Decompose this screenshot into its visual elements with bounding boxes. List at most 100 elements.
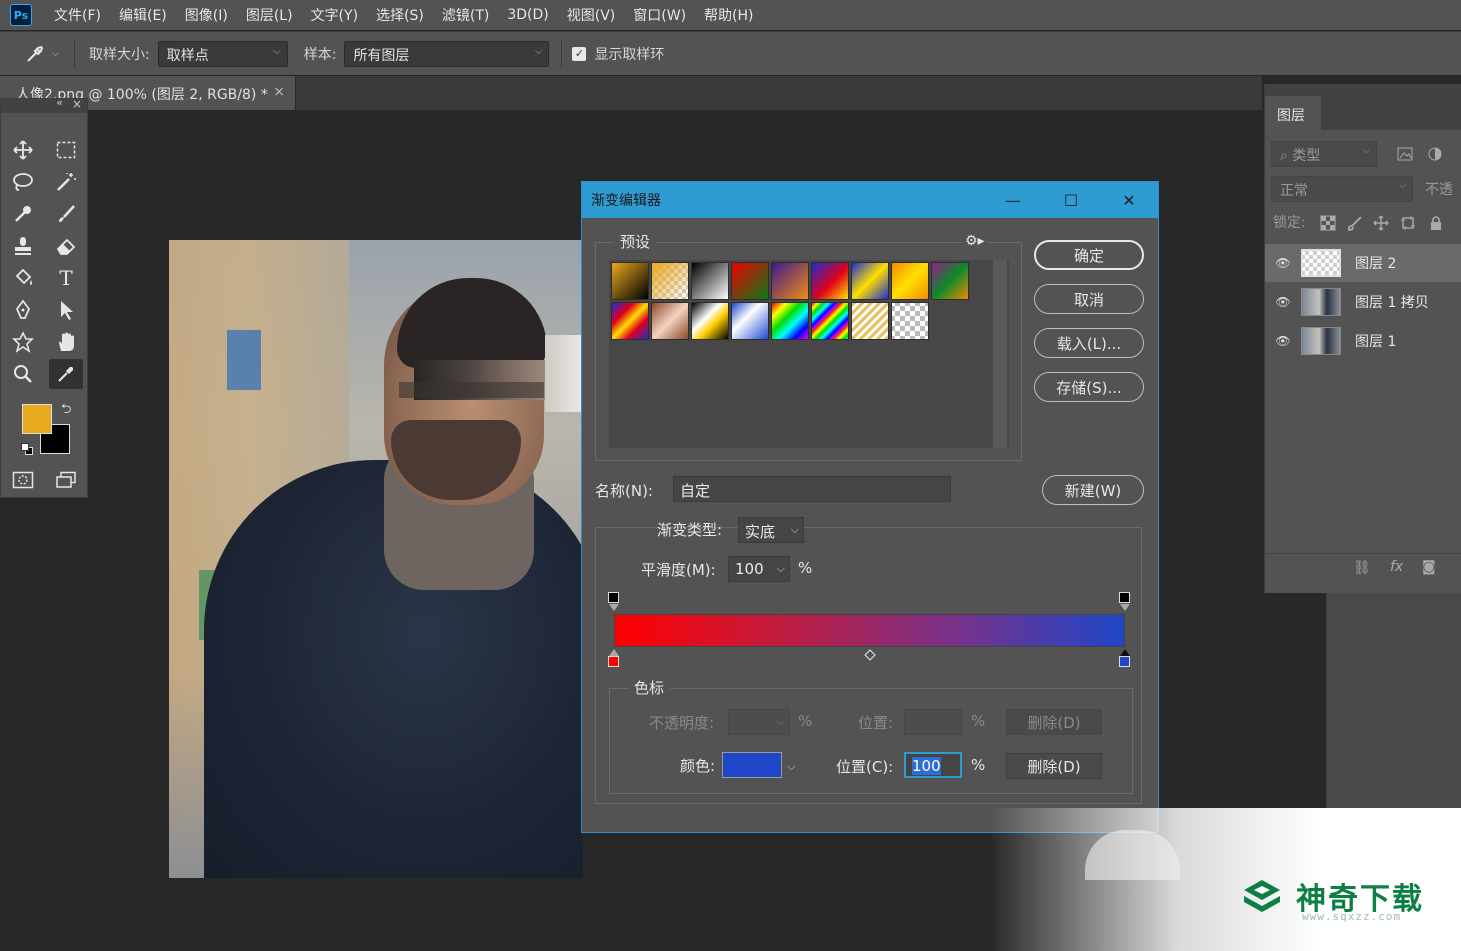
paint-bucket-tool[interactable] (6, 263, 40, 293)
fx-icon[interactable]: fx (1390, 559, 1403, 575)
collapse-icon[interactable]: « (56, 96, 63, 109)
close-icon[interactable]: × (72, 97, 82, 111)
eye-icon[interactable]: 👁 (1265, 295, 1301, 309)
image-filter-icon[interactable] (1397, 147, 1413, 161)
lock-all-icon[interactable] (1429, 215, 1443, 231)
preset-swatch[interactable] (731, 302, 769, 340)
menu-view[interactable]: 视图(V) (558, 5, 625, 25)
quick-mask-button[interactable] (6, 465, 40, 495)
eyedropper-tool-active[interactable] (49, 359, 83, 389)
lock-position-icon[interactable] (1373, 215, 1389, 231)
menu-file[interactable]: 文件(F) (45, 5, 110, 25)
presets-scrollbar[interactable] (993, 260, 1007, 448)
preset-swatch[interactable] (611, 262, 649, 300)
color-stop-pointer[interactable] (609, 649, 619, 656)
preset-swatch[interactable] (891, 302, 929, 340)
preset-swatch[interactable] (771, 262, 809, 300)
sample-select[interactable]: 所有图层 ⌵ (344, 40, 550, 67)
marquee-tool[interactable] (49, 135, 83, 165)
quick-eyedropper-tool[interactable] (6, 199, 40, 229)
menu-type[interactable]: 文字(Y) (302, 5, 367, 25)
opacity-stop[interactable] (608, 592, 619, 603)
preset-swatch[interactable] (651, 302, 689, 340)
gradient-type-select[interactable]: 实底 ⌵ (738, 517, 804, 543)
preset-swatch[interactable] (811, 262, 849, 300)
eraser-tool[interactable] (49, 231, 83, 261)
opacity-stop-pointer[interactable] (609, 604, 619, 611)
lasso-tool[interactable] (6, 167, 40, 197)
preset-swatch[interactable] (651, 262, 689, 300)
new-button[interactable]: 新建(W) (1042, 475, 1144, 505)
screen-mode-button[interactable] (49, 465, 83, 495)
default-colors-icon[interactable] (21, 443, 33, 455)
blend-mode-select[interactable]: 正常 ⌵ (1271, 176, 1413, 202)
preset-swatch[interactable] (731, 262, 769, 300)
brush-tool[interactable] (49, 199, 83, 229)
mask-icon[interactable]: ◙ (1422, 559, 1436, 575)
preset-swatch[interactable] (891, 262, 929, 300)
magic-wand-tool[interactable] (49, 167, 83, 197)
layer-row[interactable]: 👁 图层 2 (1265, 244, 1461, 282)
adjustment-filter-icon[interactable] (1427, 146, 1443, 162)
opacity-stop[interactable] (1119, 592, 1130, 603)
eye-icon[interactable]: 👁 (1265, 256, 1301, 270)
path-select-tool[interactable] (49, 295, 83, 325)
menu-edit[interactable]: 编辑(E) (110, 5, 176, 25)
name-input[interactable]: 自定 (673, 476, 951, 502)
menu-3d[interactable]: 3D(D) (498, 7, 557, 23)
stamp-tool[interactable] (6, 231, 40, 261)
eye-icon[interactable]: 👁 (1265, 334, 1301, 348)
menu-layer[interactable]: 图层(L) (237, 5, 302, 25)
link-icon[interactable]: ⛓ (1353, 560, 1371, 576)
stop-color-swatch[interactable] (722, 752, 782, 778)
gear-icon[interactable]: ⚙▸ (962, 233, 988, 249)
delete-color-stop-button[interactable]: 删除(D) (1006, 753, 1102, 779)
hand-tool[interactable] (49, 327, 83, 357)
move-tool[interactable] (6, 135, 40, 165)
layer-row[interactable]: 👁 图层 1 拷贝 (1265, 283, 1461, 321)
preset-swatch[interactable] (851, 262, 889, 300)
color-stop[interactable] (608, 656, 619, 667)
opacity-stop-pointer[interactable] (1120, 604, 1130, 611)
swap-colors-icon[interactable]: ⮌ (61, 400, 71, 422)
menu-filter[interactable]: 滤镜(T) (433, 5, 498, 25)
document-canvas[interactable] (169, 240, 583, 878)
preset-swatch[interactable] (811, 302, 849, 340)
preset-swatch[interactable] (611, 302, 649, 340)
ok-button[interactable]: 确定 (1034, 240, 1144, 270)
zoom-tool[interactable] (6, 359, 40, 389)
preset-swatch[interactable] (851, 302, 889, 340)
type-tool[interactable]: T (49, 263, 83, 293)
minimize-icon[interactable]: — (984, 182, 1042, 218)
preset-swatch[interactable] (931, 262, 969, 300)
show-ring-checkbox[interactable]: ✓ (572, 46, 587, 61)
smoothness-input[interactable]: 100 ⌵ (728, 556, 790, 582)
tool-preset-picker[interactable]: ⌵ (24, 43, 74, 65)
cancel-button[interactable]: 取消 (1034, 284, 1144, 314)
tab-layers[interactable]: 图层 (1265, 96, 1321, 130)
menu-help[interactable]: 帮助(H) (695, 5, 762, 25)
save-button[interactable]: 存储(S)... (1034, 372, 1144, 402)
lock-transparent-icon[interactable] (1320, 215, 1336, 231)
color-stop[interactable] (1119, 656, 1130, 667)
pen-tool[interactable] (6, 295, 40, 325)
close-icon[interactable]: ✕ (1100, 182, 1158, 218)
custom-shape-tool[interactable] (6, 327, 40, 357)
load-button[interactable]: 载入(L)... (1034, 328, 1144, 358)
lock-artboard-icon[interactable] (1400, 215, 1416, 231)
menu-image[interactable]: 图像(I) (176, 5, 237, 25)
gradient-preview-bar[interactable] (614, 614, 1125, 647)
preset-swatch[interactable] (691, 262, 729, 300)
preset-swatch[interactable] (771, 302, 809, 340)
color-stop-pointer[interactable] (1120, 649, 1130, 656)
maximize-icon[interactable]: ☐ (1042, 182, 1100, 218)
sample-size-select[interactable]: 取样点 ⌵ (157, 40, 288, 67)
menu-window[interactable]: 窗口(W) (624, 5, 695, 25)
foreground-color-swatch[interactable] (22, 404, 52, 434)
lock-pixels-icon[interactable] (1347, 215, 1363, 231)
layer-row[interactable]: 👁 图层 1 (1265, 322, 1461, 360)
menu-select[interactable]: 选择(S) (367, 5, 433, 25)
preset-swatch[interactable] (691, 302, 729, 340)
color-position-input[interactable]: 100 (904, 752, 962, 778)
layer-filter-select[interactable]: ⌕ 类型 ⌵ (1271, 141, 1377, 167)
